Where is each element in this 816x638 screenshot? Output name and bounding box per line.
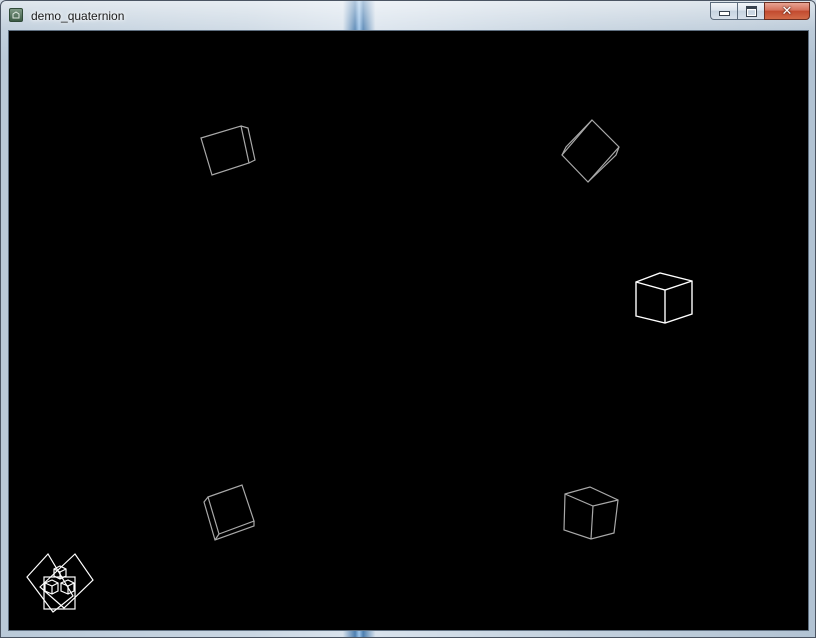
render-viewport[interactable] [8, 30, 809, 631]
maximize-icon [745, 5, 757, 17]
orientation-gizmo [26, 552, 94, 613]
caption-buttons: ✕ [710, 2, 810, 21]
scene-canvas [26, 119, 693, 613]
window-title: demo_quaternion [31, 9, 125, 23]
wireframe-cube-top-right [561, 119, 620, 183]
app-window: demo_quaternion ✕ [0, 0, 816, 638]
minimize-button[interactable] [710, 2, 737, 20]
maximize-button[interactable] [737, 2, 764, 20]
title-bar[interactable]: demo_quaternion ✕ [1, 1, 815, 29]
wireframe-cube-bottom-right [563, 486, 619, 540]
wireframe-cube-top-left [200, 125, 256, 176]
app-icon[interactable] [9, 8, 23, 22]
close-button[interactable]: ✕ [764, 2, 810, 20]
minimize-icon [718, 11, 730, 16]
close-icon: ✕ [781, 3, 793, 19]
wireframe-cube-bottom-left [203, 484, 255, 541]
wireframe-cube-middle-right [635, 272, 693, 324]
